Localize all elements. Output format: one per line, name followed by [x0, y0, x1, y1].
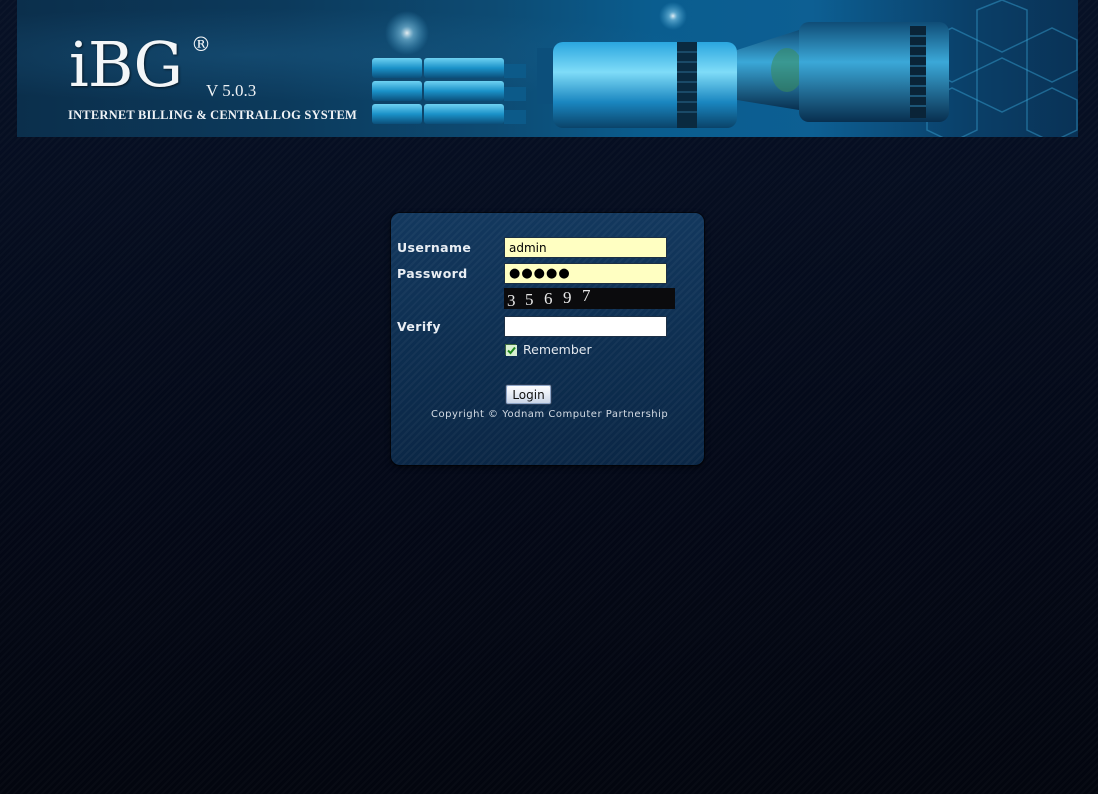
- login-button[interactable]: Login: [505, 384, 552, 405]
- header-banner: iBG ® V 5.0.3 INTERNET BILLING & CENTRAL…: [17, 0, 1078, 137]
- copyright-text: Copyright © Yodnam Computer Partnership: [431, 409, 669, 420]
- registered-mark: ®: [191, 32, 211, 56]
- username-label: Username: [397, 240, 472, 255]
- remember-checkbox[interactable]: [505, 344, 517, 356]
- captcha-digit: 3: [507, 291, 516, 310]
- verify-input[interactable]: [504, 316, 667, 337]
- version-label: V 5.0.3: [206, 81, 257, 100]
- captcha-digit: 5: [525, 290, 534, 309]
- captcha-digit: 6: [544, 289, 553, 308]
- captcha-digit: 7: [582, 286, 591, 305]
- checkmark-icon: [506, 345, 517, 356]
- password-input[interactable]: ●●●●●: [504, 263, 667, 284]
- logo-text: iBG: [69, 28, 183, 101]
- login-panel: Username Password ●●●●● 3 5 6 9 7 Verify…: [391, 213, 704, 465]
- username-input[interactable]: [504, 237, 667, 258]
- verify-label: Verify: [397, 319, 441, 334]
- system-subtitle: INTERNET BILLING & CENTRALLOG SYSTEM: [68, 108, 357, 122]
- captcha-image: 3 5 6 9 7: [504, 286, 675, 310]
- remember-label: Remember: [523, 342, 592, 357]
- captcha-digit: 9: [563, 288, 572, 307]
- password-label: Password: [397, 266, 468, 281]
